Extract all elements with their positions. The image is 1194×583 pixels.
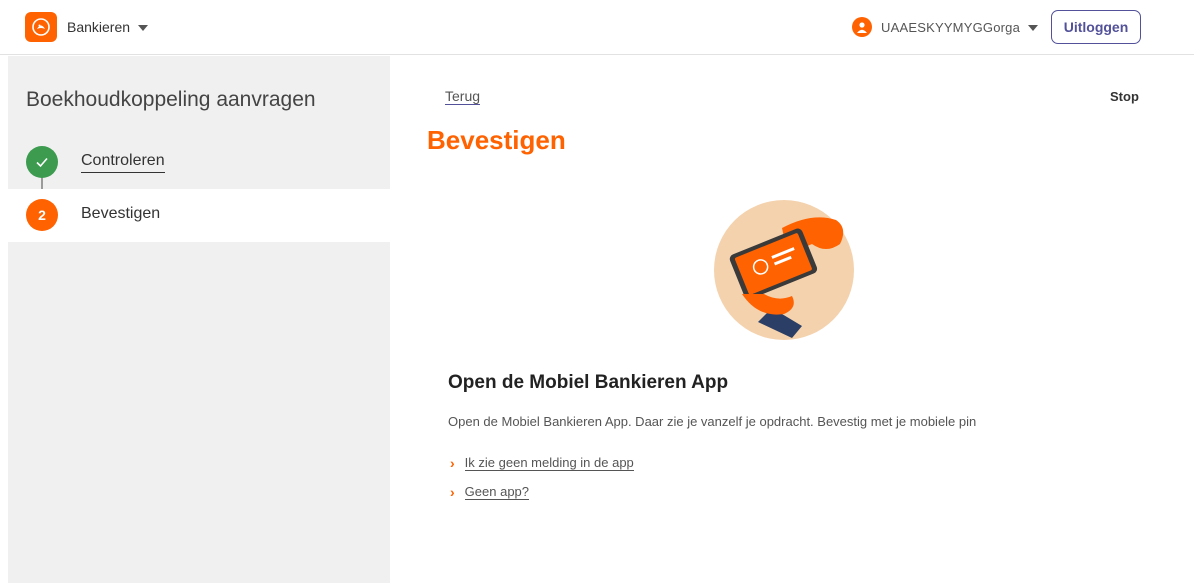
lion-logo-icon <box>25 12 57 42</box>
no-app-link[interactable]: › Geen app? <box>450 484 530 500</box>
check-icon <box>26 146 58 178</box>
page-title: Bevestigen <box>427 125 566 155</box>
card-title: Open de Mobiel Bankieren App <box>448 372 729 393</box>
stop-link[interactable]: Stop <box>1110 89 1139 104</box>
chevron-down-icon <box>1028 25 1039 31</box>
chevron-down-icon <box>138 25 149 31</box>
chevron-right-icon: › <box>450 455 455 471</box>
bankieren-menu[interactable]: Bankieren <box>25 12 149 42</box>
step-label: Controleren <box>81 152 165 173</box>
step-sidebar: Boekhoudkoppeling aanvragen Controleren … <box>8 56 390 583</box>
step-label: Bevestigen <box>81 205 161 222</box>
link-label: Ik zie geen melding in de app <box>464 455 634 471</box>
step-controleren[interactable]: Controleren <box>8 136 390 189</box>
back-link[interactable]: Terug <box>445 88 481 105</box>
chevron-right-icon: › <box>450 484 455 500</box>
step-bevestigen: 2 Bevestigen <box>8 189 390 242</box>
no-notification-link[interactable]: › Ik zie geen melding in de app <box>450 455 634 471</box>
user-icon <box>852 17 872 37</box>
link-label: Geen app? <box>464 484 530 500</box>
user-menu[interactable]: UAAESKYYMYGGorga <box>852 17 1039 37</box>
bankieren-label: Bankieren <box>67 19 131 35</box>
logout-button[interactable]: Uitloggen <box>1051 10 1141 44</box>
phone-app-illustration <box>712 198 855 341</box>
card-description: Open de Mobiel Bankieren App. Daar zie j… <box>448 414 977 429</box>
user-name: UAAESKYYMYGGorga <box>881 19 1021 35</box>
top-header: Bankieren UAAESKYYMYGGorga Uitloggen <box>0 0 1194 55</box>
sidebar-title: Boekhoudkoppeling aanvragen <box>26 88 316 111</box>
step-number: 2 <box>26 199 58 231</box>
